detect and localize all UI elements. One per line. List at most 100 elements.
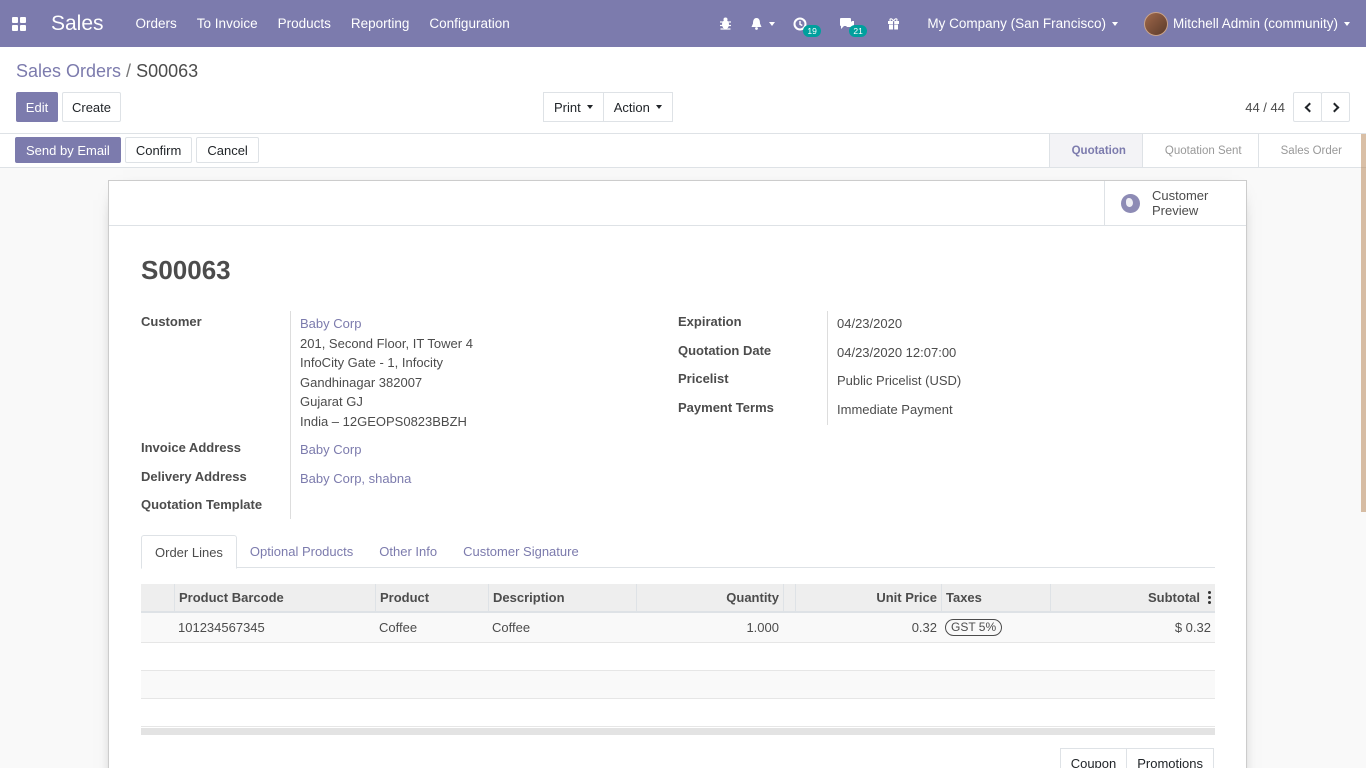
user-menu[interactable]: Mitchell Admin (community) [1128,11,1366,36]
column-header-barcode[interactable]: Product Barcode [174,584,375,611]
order-lines-table: Product Barcode Product Description Quan… [141,584,1215,735]
column-header-subtotal[interactable]: Subtotal [1050,584,1215,611]
confirm-button[interactable]: Confirm [124,137,193,163]
column-header-taxes[interactable]: Taxes [941,584,1050,611]
apps-icon[interactable] [2,0,36,47]
chat-icon[interactable]: 21 [830,17,867,37]
stage-quotation-sent[interactable]: Quotation Sent [1141,134,1258,167]
table-header: Product Barcode Product Description Quan… [141,584,1215,613]
create-button[interactable]: Create [62,92,121,122]
menu-reporting[interactable]: Reporting [341,16,420,31]
edit-button[interactable]: Edit [16,92,58,122]
pager-next-button[interactable] [1321,92,1350,122]
pricelist-field: Pricelist Public Pricelist (USD) [678,368,1218,397]
action-dropdown[interactable]: Action [602,92,673,122]
chevron-down-icon [655,105,662,109]
payment-terms-value: Immediate Payment [827,396,1218,425]
cell-barcode[interactable]: 101234567345 [174,613,375,642]
column-header-quantity[interactable]: Quantity [636,584,783,611]
column-header-unit-price[interactable]: Unit Price [795,584,941,611]
top-navbar: Sales Orders To Invoice Products Reporti… [0,0,1366,47]
pager: 44 / 44 [1245,92,1350,122]
navbar-systray: 19 21 My Company (San Francisco) Mitchel… [710,0,1366,47]
coupon-button[interactable]: Coupon [1059,748,1128,768]
chevron-left-icon [1304,102,1314,112]
form-sheet: Customer Preview S00063 Customer Baby Co… [108,180,1247,768]
customer-preview-label: Customer Preview [1152,188,1209,218]
empty-row [141,643,1215,671]
expiration-field: Expiration 04/23/2020 [678,311,1218,340]
statusbar: Send by Email Confirm Cancel Quotation Q… [0,134,1366,168]
avatar [1143,11,1168,36]
breadcrumb-sales-orders[interactable]: Sales Orders [16,61,121,81]
quotation-date-field: Quotation Date 04/23/2020 12:07:00 [678,339,1218,368]
address-line: InfoCity Gate - 1, Infocity [300,355,444,370]
optional-columns-icon[interactable] [1208,591,1211,604]
gift-icon[interactable] [878,17,909,30]
quotation-template-label: Quotation Template [141,497,263,512]
company-switcher[interactable]: My Company (San Francisco) [917,16,1128,31]
chevron-down-icon [1111,22,1118,27]
user-name: Mitchell Admin (community) [1172,16,1338,31]
globe-icon [1121,193,1140,213]
breadcrumb-current: S00063 [136,61,199,81]
row-handle [141,613,174,642]
tab-optional-products[interactable]: Optional Products [237,535,366,568]
expiration-value: 04/23/2020 [827,311,1218,340]
pager-previous-button[interactable] [1293,92,1322,122]
customer-link[interactable]: Baby Corp [300,314,641,334]
right-field-group: Expiration 04/23/2020 Quotation Date 04/… [678,311,1218,425]
clock-icon[interactable]: 19 [784,17,821,37]
cell-unit-price[interactable]: 0.32 [795,613,941,642]
pager-value[interactable]: 44 / 44 [1245,100,1285,115]
order-title: S00063 [141,255,231,285]
cancel-button[interactable]: Cancel [196,137,259,163]
menu-orders[interactable]: Orders [126,16,187,31]
cell-product[interactable]: Coffee [375,613,488,642]
column-header-description[interactable]: Description [488,584,636,611]
print-dropdown[interactable]: Print [543,92,604,122]
promotions-button[interactable]: Promotions [1126,748,1214,768]
cell-spacer [783,613,795,642]
menu-to-invoice[interactable]: To Invoice [187,16,268,31]
messages-badge: 21 [849,24,867,37]
page-scrollbar[interactable] [1361,134,1366,512]
subtotal-header-label: Subtotal [1148,590,1200,605]
tab-customer-signature[interactable]: Customer Signature [450,535,592,568]
expiration-label: Expiration [678,314,742,329]
status-actions: Send by Email Confirm Cancel [15,137,259,163]
invoice-address-label: Invoice Address [141,440,241,455]
customer-label: Customer [141,314,202,329]
table-row[interactable]: 101234567345 Coffee Coffee 1.000 0.32 GS… [141,613,1215,643]
print-label: Print [554,99,581,115]
send-by-email-button[interactable]: Send by Email [15,137,121,163]
cell-quantity[interactable]: 1.000 [636,613,783,642]
menu-products[interactable]: Products [268,16,341,31]
cell-description[interactable]: Coffee [488,613,636,642]
cell-subtotal: $ 0.32 [1174,620,1211,635]
tab-other-info[interactable]: Other Info [366,535,450,568]
cell-taxes[interactable]: GST 5% [941,613,1050,642]
bug-icon[interactable] [710,17,741,30]
pricelist-value: Public Pricelist (USD) [827,368,1218,397]
chevron-down-icon [769,21,776,26]
stage-quotation[interactable]: Quotation [1048,134,1142,167]
column-header-product[interactable]: Product [375,584,488,611]
payment-terms-label: Payment Terms [678,399,774,415]
activity-badge: 19 [803,24,821,37]
invoice-address-link[interactable]: Baby Corp [290,437,641,466]
payment-terms-field: Payment Terms Immediate Payment [678,396,1218,425]
action-label: Action [613,99,650,115]
customer-preview-button[interactable]: Customer Preview [1104,181,1246,225]
invoice-address-field: Invoice Address Baby Corp [141,437,641,466]
menu-configuration[interactable]: Configuration [419,16,519,31]
app-name[interactable]: Sales [51,12,104,36]
stage-sales-order[interactable]: Sales Order [1257,134,1358,167]
tab-order-lines[interactable]: Order Lines [141,535,237,569]
delivery-address-label: Delivery Address [141,468,247,484]
delivery-address-link[interactable]: Baby Corp, shabna [290,465,641,494]
quotation-date-label: Quotation Date [678,342,772,358]
breadcrumb: Sales Orders / S00063 [16,61,198,82]
handle-column-header [141,584,174,611]
bell-icon[interactable] [741,17,784,30]
